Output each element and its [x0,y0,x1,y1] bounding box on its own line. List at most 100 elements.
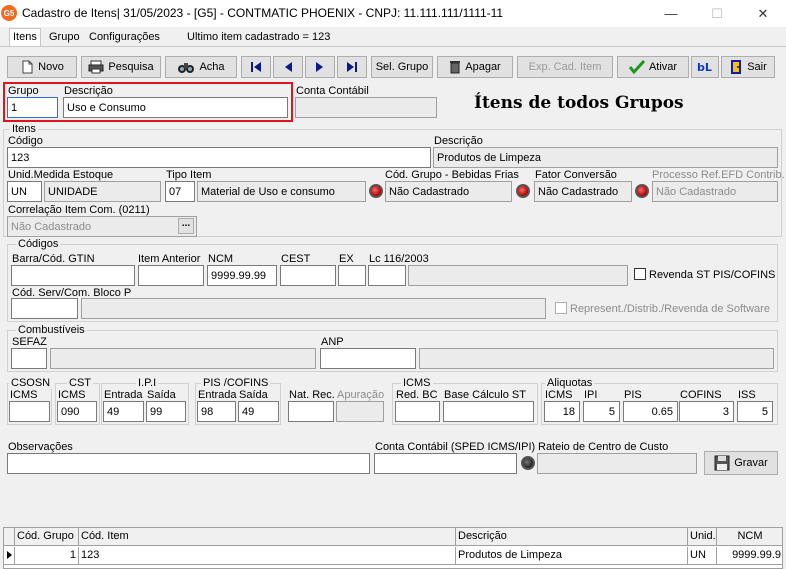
item-anterior-input[interactable] [138,265,204,286]
novo-label: Novo [38,61,64,73]
sel-grupo-label: Sel. Grupo [375,61,429,73]
apagar-button[interactable]: Apagar [437,56,513,78]
novo-button[interactable]: Novo [7,56,77,78]
tipo-item-code-input[interactable]: 07 [165,181,195,202]
unid-desc-field: UNIDADE [44,181,161,202]
aliq-cofins-input[interactable]: 3 [679,401,734,422]
sel-grupo-button[interactable]: Sel. Grupo [371,56,433,78]
rateio-lookup-button[interactable] [521,456,535,470]
last-record-button[interactable] [337,56,367,78]
pis-entrada-input[interactable]: 98 [197,401,236,422]
grid-header-unid[interactable]: Unid. [688,528,717,546]
cest-input[interactable] [280,265,336,286]
unid-code-input[interactable]: UN [7,181,42,202]
save-icon [714,455,730,471]
sefaz-input[interactable] [11,348,47,369]
tipo-item-desc-field: Material de Uso e consumo [197,181,366,202]
tab-itens[interactable]: Itens [9,28,41,46]
window-title: Cadastro de Itens| 31/05/2023 - [G5] - C… [22,6,504,20]
correlacao-ellipsis-button[interactable]: ... [178,218,194,234]
minimize-button[interactable]: — [648,0,694,27]
csosn-input[interactable] [9,401,50,422]
pis-cofins-group-title: PIS /COFINS [201,377,271,389]
current-row-icon [7,551,12,559]
codigo-input[interactable]: 123 [7,147,431,168]
svg-text:bL: bL [697,61,712,74]
grid-header-descricao[interactable]: Descrição [456,528,688,546]
csosn-group-title: CSOSN [9,377,53,389]
aliq-pis-input[interactable]: 0.65 [623,401,678,422]
aliq-icms-input[interactable]: 18 [544,401,580,422]
nat-rec-input[interactable] [288,401,334,422]
tab-grupo[interactable]: Grupo [49,30,80,46]
aliq-iss-input[interactable]: 5 [737,401,773,422]
tab-configuracoes[interactable]: Configurações [89,30,160,46]
pesquisa-button[interactable]: Pesquisa [81,56,161,78]
cst-group-title: CST [67,377,93,389]
cst-icms-input[interactable]: 090 [57,401,97,422]
previous-record-icon [285,62,292,72]
app-icon: G5 [1,5,17,21]
menu-divider [0,46,786,47]
red-bc-input[interactable] [395,401,440,422]
anp-input[interactable] [320,348,416,369]
grid-header-ncm[interactable]: NCM [717,528,782,546]
anp-desc-field [419,348,774,369]
exp-cad-item-button[interactable]: Exp. Cad. Item [517,56,613,78]
sair-button[interactable]: Sair [721,56,775,78]
previous-record-button[interactable] [273,56,303,78]
grid-header-cod-item[interactable]: Cód. Item [79,528,456,546]
acha-button[interactable]: Acha [165,56,237,78]
barra-input[interactable] [11,265,135,286]
ipi-saida-input[interactable]: 99 [146,401,186,422]
represent-label: Represent./Distrib./Revenda de Software [570,303,770,315]
next-record-button[interactable] [305,56,335,78]
acha-label: Acha [199,61,225,73]
bebidas-lookup-button[interactable] [369,184,383,198]
sair-label: Sair [747,61,767,73]
binoculars-icon [178,63,195,73]
maximize-button[interactable]: ☐ [694,0,740,27]
lc-desc-field [408,265,628,286]
ativar-button[interactable]: Ativar [617,56,689,78]
conta-sped-input[interactable] [374,453,517,474]
observacoes-input[interactable] [7,453,370,474]
fator-lookup-button[interactable] [516,184,530,198]
gravar-button[interactable]: Gravar [704,451,778,475]
ex-input[interactable] [338,265,366,286]
represent-checkbox[interactable] [555,302,567,314]
bl-button[interactable]: bL [691,56,719,78]
table-row-ncm[interactable]: 9999.99.9 [717,547,782,565]
lc-input[interactable] [368,265,406,286]
apagar-label: Apagar [465,61,501,73]
close-button[interactable]: ✕ [740,0,786,27]
grupo-descricao-input[interactable]: Uso e Consumo [63,97,288,118]
fator-field: Não Cadastrado [534,181,632,202]
table-row-descricao[interactable]: Produtos de Limpeza [456,547,688,565]
page-heading: Ítens de todos Grupos [474,93,684,113]
combustiveis-group-title: Combustíveis [16,324,87,336]
first-record-button[interactable] [241,56,271,78]
title-bar[interactable]: G5 Cadastro de Itens| 31/05/2023 - [G5] … [0,0,786,27]
pesquisa-label: Pesquisa [108,61,154,73]
grid-header-cod-grupo[interactable]: Cód. Grupo [15,528,79,546]
codigos-group-title: Códigos [16,238,61,250]
revenda-checkbox[interactable] [634,268,646,280]
base-st-input[interactable] [443,401,534,422]
table-row-cod-item[interactable]: 123 [79,547,456,565]
ipi-entrada-input[interactable]: 49 [103,401,144,422]
aliquotas-group-title: Aliquotas [545,377,595,389]
sefaz-desc-field [50,348,316,369]
table-row-unid[interactable]: UN [688,547,717,565]
ncm-input[interactable]: 9999.99.99 [207,265,277,286]
serv-input[interactable] [11,298,78,319]
processo-lookup-button[interactable] [635,184,649,198]
table-row-cod-grupo[interactable]: 1 [15,547,79,565]
grupo-input[interactable]: 1 [7,97,58,118]
pis-saida-input[interactable]: 49 [238,401,279,422]
serv-desc-field [81,298,546,319]
bl-icon: bL [697,61,712,74]
exp-cad-item-label: Exp. Cad. Item [528,61,602,73]
aliq-ipi-input[interactable]: 5 [583,401,620,422]
items-grid[interactable]: Cód. Grupo Cód. Item Descrição Unid. NCM… [3,527,783,569]
